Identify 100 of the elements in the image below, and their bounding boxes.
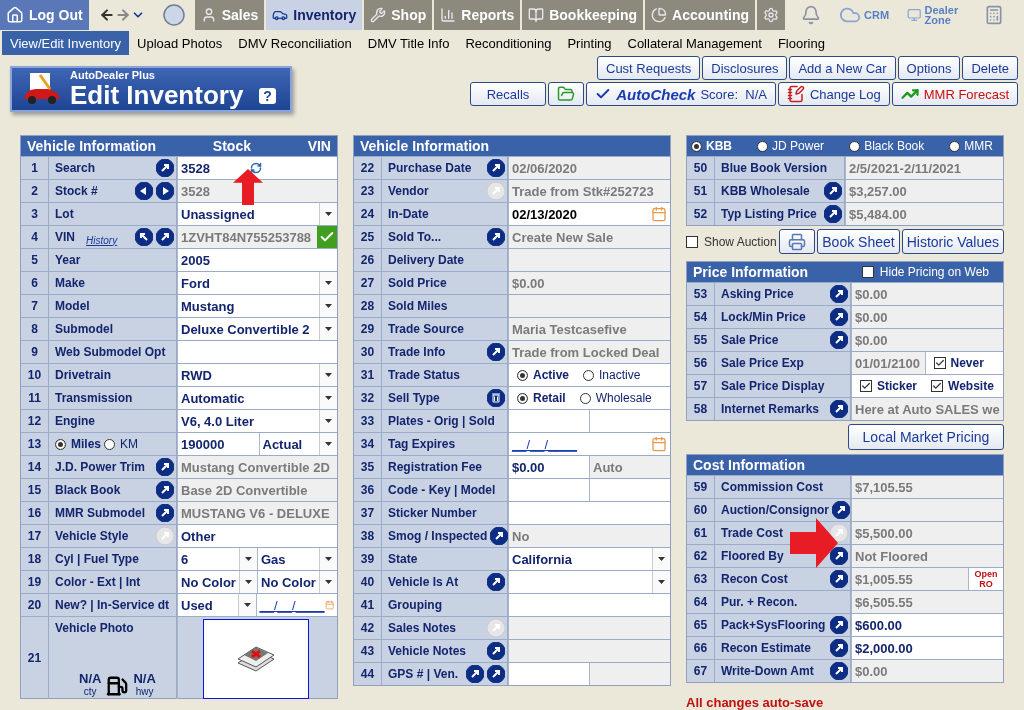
text-field[interactable]: $0.00 bbox=[508, 456, 589, 478]
field-label: Search bbox=[55, 161, 96, 175]
row-number: 32 bbox=[354, 387, 382, 409]
logout-button[interactable]: Log Out bbox=[0, 0, 89, 30]
action-button[interactable]: Options bbox=[897, 56, 961, 80]
action-button[interactable]: Cust Requests bbox=[597, 56, 701, 80]
nav-tab[interactable]: Shop bbox=[364, 0, 433, 30]
field-label: Recon Cost bbox=[721, 572, 788, 586]
dropdown[interactable]: Used bbox=[177, 594, 256, 616]
radio-option[interactable]: Wholesale bbox=[579, 391, 652, 405]
history-link[interactable]: History bbox=[86, 234, 118, 246]
subnav-tab[interactable]: Reconditioning bbox=[457, 31, 560, 55]
mpg-value: N/A bbox=[133, 672, 156, 686]
brand-name: AutoDealer Plus bbox=[70, 69, 156, 81]
subnav-tab[interactable]: DMV Reconciliation bbox=[230, 31, 360, 55]
text-field[interactable]: $600.00 bbox=[851, 614, 1003, 636]
text-field[interactable]: 190000 bbox=[177, 433, 259, 455]
field-label: Lot bbox=[55, 207, 74, 221]
checkbox-option[interactable]: Show Auction bbox=[686, 234, 777, 249]
dropdown[interactable]: 6 bbox=[177, 548, 257, 570]
subnav-tab[interactable]: View/Edit Inventory bbox=[2, 31, 130, 55]
field-label: Registration Fee bbox=[388, 460, 483, 474]
autosave-notice: All changes auto-save bbox=[686, 695, 825, 710]
row-number: 55 bbox=[687, 329, 715, 351]
dropdown[interactable]: Deluxe Convertible 2 bbox=[177, 318, 337, 340]
text-field[interactable]: $2,000.00 bbox=[851, 637, 1003, 659]
dropdown[interactable]: No Color bbox=[177, 571, 257, 593]
field-label: Vendor bbox=[388, 184, 429, 198]
subnav-tab[interactable]: Upload Photos bbox=[129, 31, 231, 55]
dropdown[interactable]: Actual bbox=[258, 433, 337, 455]
radio-option[interactable]: JD Power bbox=[757, 139, 825, 153]
row-number: 3 bbox=[21, 203, 49, 225]
checkbox-option[interactable]: Sticker bbox=[860, 379, 918, 393]
readonly-field: $0.00 bbox=[851, 283, 1003, 305]
checkbox-option[interactable]: Hide Pricing on Web bbox=[861, 265, 989, 279]
subnav-tab[interactable]: Collateral Management bbox=[619, 31, 770, 55]
readonly-field: Base 2D Convertible bbox=[177, 479, 337, 501]
row-number: 19 bbox=[21, 571, 49, 593]
field-label: Internet Remarks bbox=[721, 402, 820, 416]
field-label: Trade Info bbox=[388, 345, 446, 359]
open-ro-link[interactable]: Open RO bbox=[968, 568, 1003, 590]
text-field[interactable]: 3528 bbox=[177, 157, 337, 179]
field-label: Trade Status bbox=[388, 368, 461, 382]
radio-option[interactable]: Inactive bbox=[583, 368, 641, 382]
dropdown[interactable]: RWD bbox=[177, 364, 337, 386]
radio-option[interactable]: Miles bbox=[55, 437, 101, 451]
nav-tab[interactable]: Bookkeeping bbox=[522, 0, 644, 30]
radio-option[interactable]: Black Book bbox=[849, 139, 925, 153]
action-button[interactable]: Delete bbox=[962, 56, 1018, 80]
radio-option[interactable]: Retail bbox=[517, 391, 566, 405]
action-button[interactable]: Add a New Car bbox=[789, 56, 896, 80]
dropdown[interactable]: V6, 4.0 Liter bbox=[177, 410, 337, 432]
row-number: 31 bbox=[354, 364, 382, 386]
field-label: Write-Down Amt bbox=[721, 664, 814, 678]
date-field[interactable]: __/__/____ bbox=[508, 433, 670, 455]
field-label: Sold Miles bbox=[388, 299, 448, 313]
dropdown[interactable]: California bbox=[508, 548, 670, 570]
dropdown[interactable]: Gas bbox=[257, 548, 337, 570]
text-field[interactable]: Other bbox=[177, 525, 337, 547]
readonly-field: 01/01/2100 bbox=[851, 352, 925, 374]
radio-option[interactable]: Active bbox=[517, 368, 570, 382]
text-field[interactable]: 2005 bbox=[177, 249, 337, 271]
field-label: Make bbox=[55, 276, 86, 290]
dropdown[interactable]: Unassigned bbox=[177, 203, 337, 225]
date-field[interactable]: __/__/____ bbox=[255, 594, 337, 616]
radio-option[interactable]: MMR bbox=[949, 139, 993, 153]
action-button[interactable]: Disclosures bbox=[702, 56, 788, 80]
nav-tab[interactable]: Sales bbox=[194, 0, 265, 30]
section-header: Cost Information bbox=[693, 457, 805, 473]
subnav-tab[interactable]: Printing bbox=[559, 31, 620, 55]
section-header: Vehicle Information bbox=[360, 138, 490, 154]
field-label: Typ Listing Price bbox=[721, 207, 817, 221]
radio-option[interactable]: KM bbox=[104, 437, 138, 451]
help-button[interactable]: ? bbox=[259, 88, 276, 104]
dropdown[interactable]: Mustang bbox=[177, 295, 337, 317]
row-number: 53 bbox=[687, 283, 715, 305]
book-button[interactable]: Historic Values bbox=[901, 229, 1004, 254]
autocheck-button[interactable]: AutoCheck Score: N/A bbox=[586, 82, 776, 106]
radio-option[interactable]: KBB bbox=[691, 139, 732, 153]
field-label: Year bbox=[55, 253, 81, 267]
local-market-pricing-button[interactable]: Local Market Pricing bbox=[848, 424, 1004, 450]
checkbox-option[interactable]: Website bbox=[931, 379, 994, 393]
dropdown[interactable]: Ford bbox=[177, 272, 337, 294]
mmr-forecast-button[interactable]: MMR Forecast bbox=[891, 82, 1018, 106]
readonly-field: Not Floored bbox=[851, 545, 1003, 567]
nav-tab[interactable]: Inventory bbox=[266, 0, 363, 30]
row-number: 42 bbox=[354, 617, 382, 639]
field-label: Blue Book Version bbox=[721, 161, 828, 175]
recalls-button[interactable]: Recalls bbox=[469, 82, 547, 106]
subnav-tab[interactable]: DMV Title Info bbox=[359, 31, 458, 55]
dropdown[interactable]: No Color bbox=[257, 571, 337, 593]
book-button[interactable]: Book Sheet bbox=[817, 229, 900, 254]
nav-tab[interactable]: Reports bbox=[434, 0, 521, 30]
date-field[interactable]: 02/13/2020 bbox=[508, 203, 670, 225]
nav-tab[interactable]: Accounting bbox=[645, 0, 756, 30]
dropdown[interactable]: Automatic bbox=[177, 387, 337, 409]
row-number: 36 bbox=[354, 479, 382, 501]
row-number: 24 bbox=[354, 203, 382, 225]
change-log-button[interactable]: Change Log bbox=[777, 82, 890, 106]
subnav-tab[interactable]: Flooring bbox=[769, 31, 833, 55]
